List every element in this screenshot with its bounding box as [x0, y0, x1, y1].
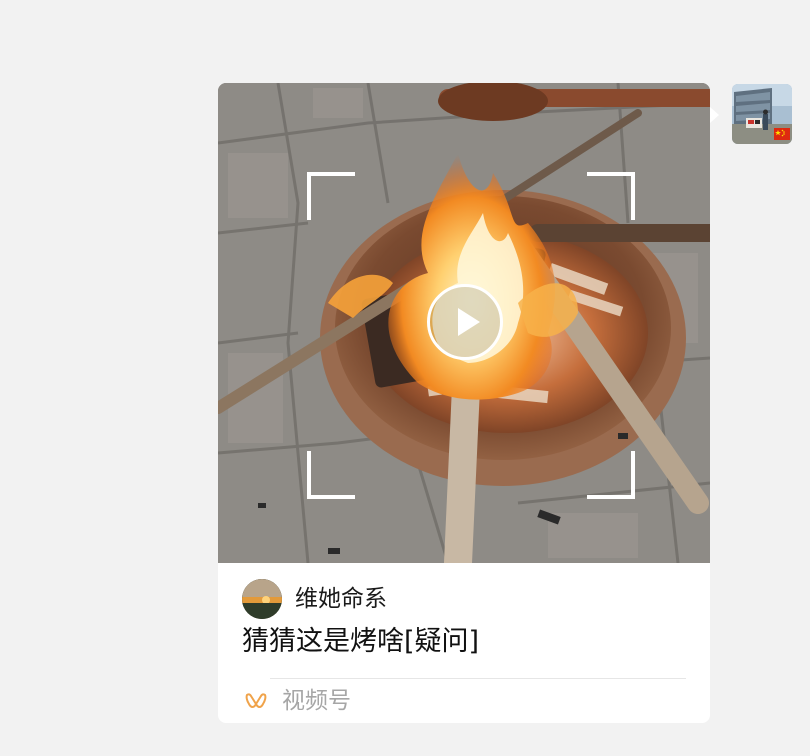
source-label: 视频号 — [282, 688, 351, 714]
author-row[interactable]: 维她命系 — [242, 579, 387, 619]
video-thumbnail[interactable] — [218, 83, 710, 563]
sender-avatar-image — [732, 84, 792, 144]
frame-corner-top-left — [307, 172, 355, 220]
bubble-arrow — [710, 107, 719, 123]
china-flag-icon — [774, 128, 790, 140]
chat-view: 维她命系 猜猜这是烤啥[疑问] 视频号 — [0, 0, 810, 756]
source-row[interactable]: 视频号 — [244, 683, 351, 719]
divider — [270, 678, 686, 679]
frame-corner-bottom-right — [587, 451, 635, 499]
frame-corner-top-right — [587, 172, 635, 220]
channels-icon — [245, 693, 267, 708]
frame-corner-bottom-left — [307, 451, 355, 499]
play-button[interactable] — [427, 284, 503, 360]
video-caption: 猜猜这是烤啥[疑问] — [242, 626, 480, 657]
author-avatar[interactable] — [242, 579, 282, 619]
author-name[interactable]: 维她命系 — [295, 579, 387, 619]
channels-video-card[interactable]: 维她命系 猜猜这是烤啥[疑问] 视频号 — [218, 83, 710, 723]
play-icon — [458, 308, 480, 336]
sender-avatar[interactable] — [732, 84, 792, 144]
author-avatar-image — [242, 579, 282, 619]
